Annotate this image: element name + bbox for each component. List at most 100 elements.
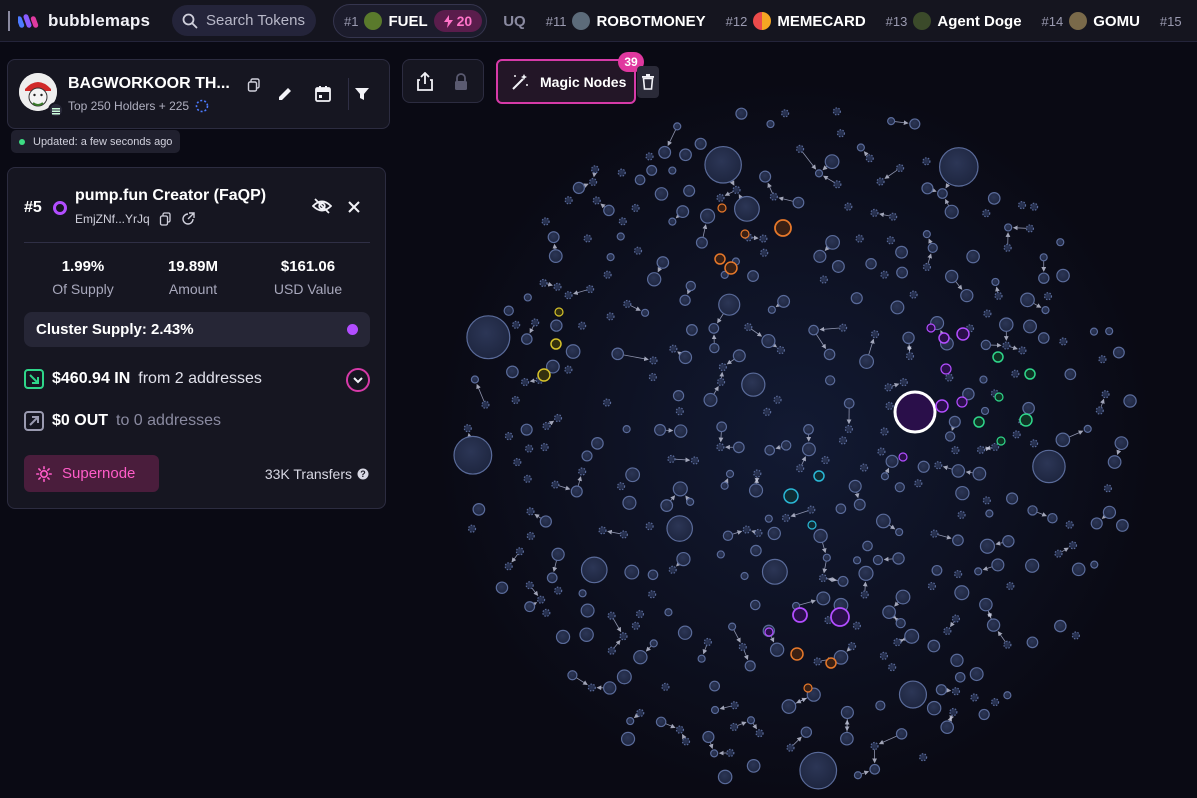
holder-bubble[interactable] <box>884 383 893 392</box>
holder-bubble[interactable] <box>1090 517 1103 530</box>
holder-bubble[interactable] <box>525 581 534 590</box>
holder-bubble[interactable] <box>803 424 814 435</box>
holder-bubble[interactable] <box>633 649 648 665</box>
holder-bubble[interactable] <box>578 321 587 330</box>
holder-bubble[interactable] <box>1059 337 1068 346</box>
holder-bubble[interactable] <box>991 277 1000 287</box>
ticker-item-agent-doge[interactable]: #13 Agent Doge <box>886 12 1022 30</box>
boost-badge[interactable]: 20 <box>433 10 483 32</box>
hide-button[interactable] <box>311 198 333 219</box>
holder-bubble[interactable] <box>542 421 551 431</box>
holder-bubble[interactable] <box>640 308 650 317</box>
edit-button[interactable] <box>273 82 297 106</box>
holder-bubble[interactable] <box>927 581 937 591</box>
holder-bubble[interactable] <box>481 400 490 409</box>
holder-bubble[interactable] <box>960 288 974 303</box>
holder-bubble[interactable] <box>896 266 909 279</box>
holder-bubble[interactable] <box>710 749 719 758</box>
holder-bubble[interactable] <box>511 395 520 405</box>
holder-bubble[interactable] <box>944 204 959 219</box>
inflow-row[interactable]: $460.94 IN from 2 addresses <box>24 369 262 389</box>
holder-bubble[interactable] <box>773 395 782 404</box>
holder-bubble[interactable] <box>463 424 472 433</box>
holder-bubble[interactable] <box>1056 238 1065 247</box>
holder-bubble[interactable] <box>583 234 592 243</box>
holder-bubble[interactable] <box>966 249 980 264</box>
holder-bubble[interactable] <box>1095 406 1104 415</box>
holder-bubble[interactable] <box>661 682 670 691</box>
cluster-bubble[interactable] <box>764 627 774 637</box>
holder-bubble[interactable] <box>742 525 751 534</box>
holder-bubble[interactable] <box>716 442 725 452</box>
holder-bubble[interactable] <box>669 344 678 353</box>
holder-bubble[interactable] <box>616 669 632 685</box>
holder-bubble[interactable] <box>683 184 696 197</box>
holder-bubble[interactable] <box>950 653 964 668</box>
holder-bubble[interactable] <box>585 284 595 294</box>
holder-bubble[interactable] <box>937 188 948 199</box>
cluster-bubble[interactable] <box>935 399 949 413</box>
holder-bubble[interactable] <box>831 260 845 273</box>
holder-bubble[interactable] <box>781 699 797 714</box>
holder-bubble[interactable] <box>769 642 785 657</box>
holder-bubble[interactable] <box>590 165 600 174</box>
holder-bubble[interactable] <box>909 290 918 299</box>
filter-button[interactable] <box>350 82 374 106</box>
holder-bubble[interactable] <box>1114 436 1129 451</box>
external-link-icon[interactable] <box>181 212 196 226</box>
holder-bubble[interactable] <box>838 323 848 332</box>
holder-bubble[interactable] <box>672 481 688 497</box>
cluster-bubble[interactable] <box>740 229 750 239</box>
holder-bubble[interactable] <box>611 347 625 361</box>
holder-bubble[interactable] <box>800 726 813 738</box>
holder-bubble[interactable] <box>786 743 795 752</box>
cluster-bubble[interactable] <box>996 436 1006 446</box>
holder-bubble[interactable] <box>825 234 840 250</box>
holder-bubble[interactable] <box>843 398 855 409</box>
holder-bubble[interactable] <box>729 722 739 732</box>
holder-bubble[interactable] <box>1107 455 1122 469</box>
holder-bubble[interactable] <box>703 637 712 647</box>
holder-bubble[interactable] <box>905 351 915 361</box>
holder-bubble[interactable] <box>746 759 761 773</box>
cluster-bubble[interactable] <box>893 390 937 434</box>
holder-bubble[interactable] <box>823 348 836 361</box>
cluster-bubble[interactable] <box>783 488 799 504</box>
holder-bubble[interactable] <box>761 558 788 585</box>
holder-bubble[interactable] <box>1041 306 1050 315</box>
holder-bubble[interactable] <box>668 217 677 226</box>
holder-bubble[interactable] <box>979 375 988 384</box>
holder-bubble[interactable] <box>619 530 628 539</box>
holder-bubble[interactable] <box>695 236 708 249</box>
holder-bubble[interactable] <box>735 107 748 120</box>
holder-bubble[interactable] <box>523 293 532 302</box>
holder-bubble[interactable] <box>618 217 627 226</box>
holder-bubble[interactable] <box>598 526 607 535</box>
lock-button[interactable] <box>453 72 469 97</box>
supernode-button[interactable]: Supernode <box>24 455 159 492</box>
holder-bubble[interactable] <box>531 318 540 327</box>
holder-bubble[interactable] <box>646 272 662 287</box>
transfer-edge[interactable] <box>862 581 868 592</box>
holder-bubble[interactable] <box>764 514 773 523</box>
holder-bubble[interactable] <box>957 510 966 519</box>
holder-bubble[interactable] <box>813 249 827 263</box>
holder-bubble[interactable] <box>655 716 667 728</box>
cluster-bubble[interactable] <box>792 607 808 623</box>
holder-bubble[interactable] <box>781 109 790 118</box>
holder-bubble[interactable] <box>951 614 961 623</box>
holder-bubble[interactable] <box>754 528 763 538</box>
cluster-bubble[interactable] <box>803 683 813 693</box>
holder-bubble[interactable] <box>581 450 593 462</box>
holder-bubble[interactable] <box>546 572 558 584</box>
holder-bubble[interactable] <box>755 729 764 738</box>
cluster-bubble[interactable] <box>992 351 1004 363</box>
holder-bubble[interactable] <box>824 154 840 170</box>
holder-bubble[interactable] <box>678 350 693 365</box>
holder-bubble[interactable] <box>943 626 952 636</box>
holder-bubble[interactable] <box>620 731 636 746</box>
holder-bubble[interactable] <box>940 720 955 735</box>
holder-bubble[interactable] <box>813 528 828 544</box>
holder-bubble[interactable] <box>679 148 692 162</box>
holder-bubble[interactable] <box>991 442 1000 452</box>
